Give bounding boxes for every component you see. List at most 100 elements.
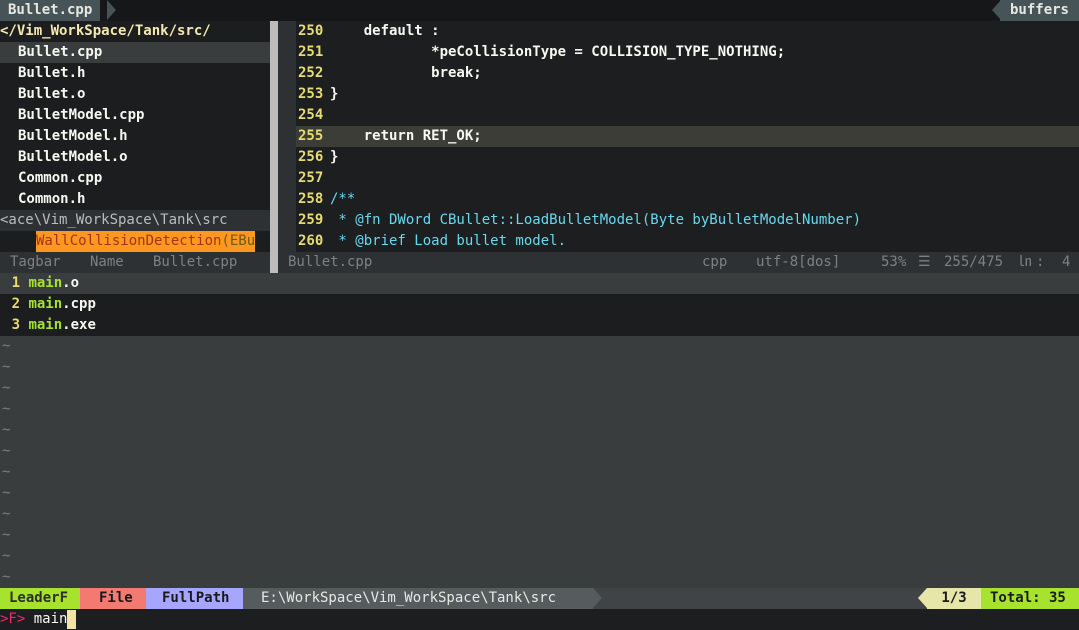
tree-file-item[interactable]: Bullet.h: [0, 63, 270, 84]
line-number: 257: [298, 170, 324, 186]
code-line: 259 * @fn DWord CBullet::LoadBulletModel…: [296, 210, 1079, 231]
line-number: 255: [298, 128, 324, 144]
empty-line-marker: ~: [2, 443, 11, 459]
result-number: 2: [11, 296, 20, 312]
tree-root-path[interactable]: </Vim_WorkSpace/Tank/src/: [0, 21, 270, 42]
line-number: 251: [298, 44, 324, 60]
tree-file-item[interactable]: BulletModel.h: [0, 126, 270, 147]
total-count: Total: 35: [981, 588, 1079, 609]
count-separator-arrow: [918, 588, 927, 608]
code-text: return RET_OK;: [330, 128, 482, 144]
leaderf-statusline: LeaderF File FullPath E:\WorkSpace\Vim_W…: [0, 588, 1079, 609]
tab-separator-arrow: [107, 0, 116, 20]
empty-line-marker: ~: [2, 506, 11, 522]
code-line: 250 default :: [296, 21, 1079, 42]
result-number: 1: [11, 275, 20, 291]
tree-file-item[interactable]: Bullet.cpp: [0, 42, 270, 63]
empty-buffer-area: ~ ~ ~ ~ ~ ~ ~ ~ ~ ~ ~ ~: [0, 336, 1079, 588]
leaderf-results-list: 1 main.o 2 main.cpp 3 main.exe: [0, 273, 1079, 336]
tag-signature: (EBu: [221, 233, 256, 249]
prompt-indicator: >F>: [0, 611, 26, 627]
result-count: 1/3: [927, 588, 981, 609]
status-filetype: cpp: [702, 254, 728, 270]
code-line: 258 /**: [296, 189, 1079, 210]
prompt-input[interactable]: main: [34, 611, 68, 627]
code-comment: * @brief Load bullet model.: [330, 233, 567, 249]
result-number: 3: [11, 317, 20, 333]
code-text: }: [330, 149, 339, 165]
tree-file-item[interactable]: Bullet.o: [0, 84, 270, 105]
result-item[interactable]: 3 main.exe: [0, 315, 1079, 336]
empty-line-marker: ~: [2, 464, 11, 480]
status-percent: 53%: [881, 254, 907, 270]
tagbar-status-title: Tagbar: [10, 254, 61, 270]
tree-file-item[interactable]: Common.h: [0, 189, 270, 210]
code-line: 256}: [296, 147, 1079, 168]
sign-column: [278, 21, 296, 273]
result-rest: .exe: [62, 317, 96, 333]
line-number: 252: [298, 65, 324, 81]
tagbar-status-name: Name: [90, 254, 124, 270]
line-number: 258: [298, 191, 324, 207]
tagbar-tag-item[interactable]: WallCollisionDetection(EBu: [36, 231, 256, 252]
category-file[interactable]: File: [80, 588, 146, 609]
result-rest: .cpp: [62, 296, 96, 312]
line-number: 260: [298, 233, 324, 249]
empty-line-marker: ~: [2, 485, 11, 501]
empty-line-marker: ~: [2, 569, 11, 585]
tabline: [0, 0, 1079, 21]
code-line: 253}: [296, 84, 1079, 105]
result-item[interactable]: 2 main.cpp: [0, 294, 1079, 315]
empty-line-marker: ~: [2, 338, 11, 354]
tagbar-status-file: Bullet.cpp: [153, 254, 238, 270]
line-number: 254: [298, 107, 324, 123]
tree-file-item[interactable]: BulletModel.cpp: [0, 105, 270, 126]
buffers-label: buffers: [999, 0, 1079, 21]
vertical-split-bar[interactable]: [270, 21, 278, 273]
code-comment: * @fn DWord CBullet::LoadBulletModel(Byt…: [330, 212, 862, 228]
empty-line-marker: ~: [2, 422, 11, 438]
leaderf-mode-label: LeaderF: [0, 588, 80, 609]
mode-fullpath[interactable]: FullPath: [146, 588, 243, 609]
code-editor[interactable]: 250 default : 251 *peCollisionType = COL…: [296, 21, 1079, 252]
leaderf-prompt[interactable]: >F> main: [0, 609, 1079, 630]
tag-name: WallCollisionDetection: [36, 233, 222, 249]
result-item-selected[interactable]: 1 main.o: [0, 273, 1079, 294]
code-line: 254: [296, 105, 1079, 126]
search-directory-path: E:\WorkSpace\Vim_WorkSpace\Tank\src: [243, 588, 593, 609]
result-match: main: [28, 275, 63, 291]
empty-line-marker: ~: [2, 548, 11, 564]
empty-line-marker: ~: [2, 527, 11, 543]
tree-file-item[interactable]: Common.cpp: [0, 168, 270, 189]
tab-bullet-cpp[interactable]: Bullet.cpp: [0, 0, 101, 21]
tree-file-item[interactable]: BulletModel.o: [0, 147, 270, 168]
line-icon: ☰: [918, 254, 931, 270]
code-line: 257: [296, 168, 1079, 189]
empty-line-marker: ~: [2, 401, 11, 417]
result-rest: .o: [62, 275, 80, 291]
tagbar-status-line: Tagbar Name Bullet.cpp: [0, 252, 270, 273]
status-position: 255/475: [944, 254, 1004, 270]
line-number: 253: [298, 86, 324, 102]
code-text: break;: [330, 65, 482, 81]
code-text: }: [330, 86, 339, 102]
code-text: *peCollisionType = COLLISION_TYPE_NOTHIN…: [330, 44, 786, 60]
line-number: 250: [298, 23, 324, 39]
code-line: 252 break;: [296, 63, 1079, 84]
status-encoding: utf-8[dos]: [756, 254, 841, 270]
line-number: 256: [298, 149, 324, 165]
editor-status-line: Bullet.cpp cpp utf-8[dos] 53% ☰ 255/475 ㏑:4: [278, 252, 1079, 273]
result-match: main: [28, 317, 63, 333]
file-tree-panel: </Vim_WorkSpace/Tank/src/ Bullet.cpp Bul…: [0, 21, 270, 210]
code-comment: /**: [330, 191, 356, 207]
status-filename: Bullet.cpp: [288, 254, 373, 270]
tree-status-line: <ace\Vim_WorkSpace\Tank\src: [0, 210, 270, 231]
result-match: main: [28, 296, 63, 312]
column-icon: ㏑: [1018, 254, 1032, 270]
code-line-current: 255 return RET_OK;: [296, 126, 1079, 147]
code-line: 251 *peCollisionType = COLLISION_TYPE_NO…: [296, 42, 1079, 63]
status-column: 4: [1062, 254, 1071, 270]
empty-line-marker: ~: [2, 380, 11, 396]
line-number: 259: [298, 212, 324, 228]
empty-line-marker: ~: [2, 359, 11, 375]
